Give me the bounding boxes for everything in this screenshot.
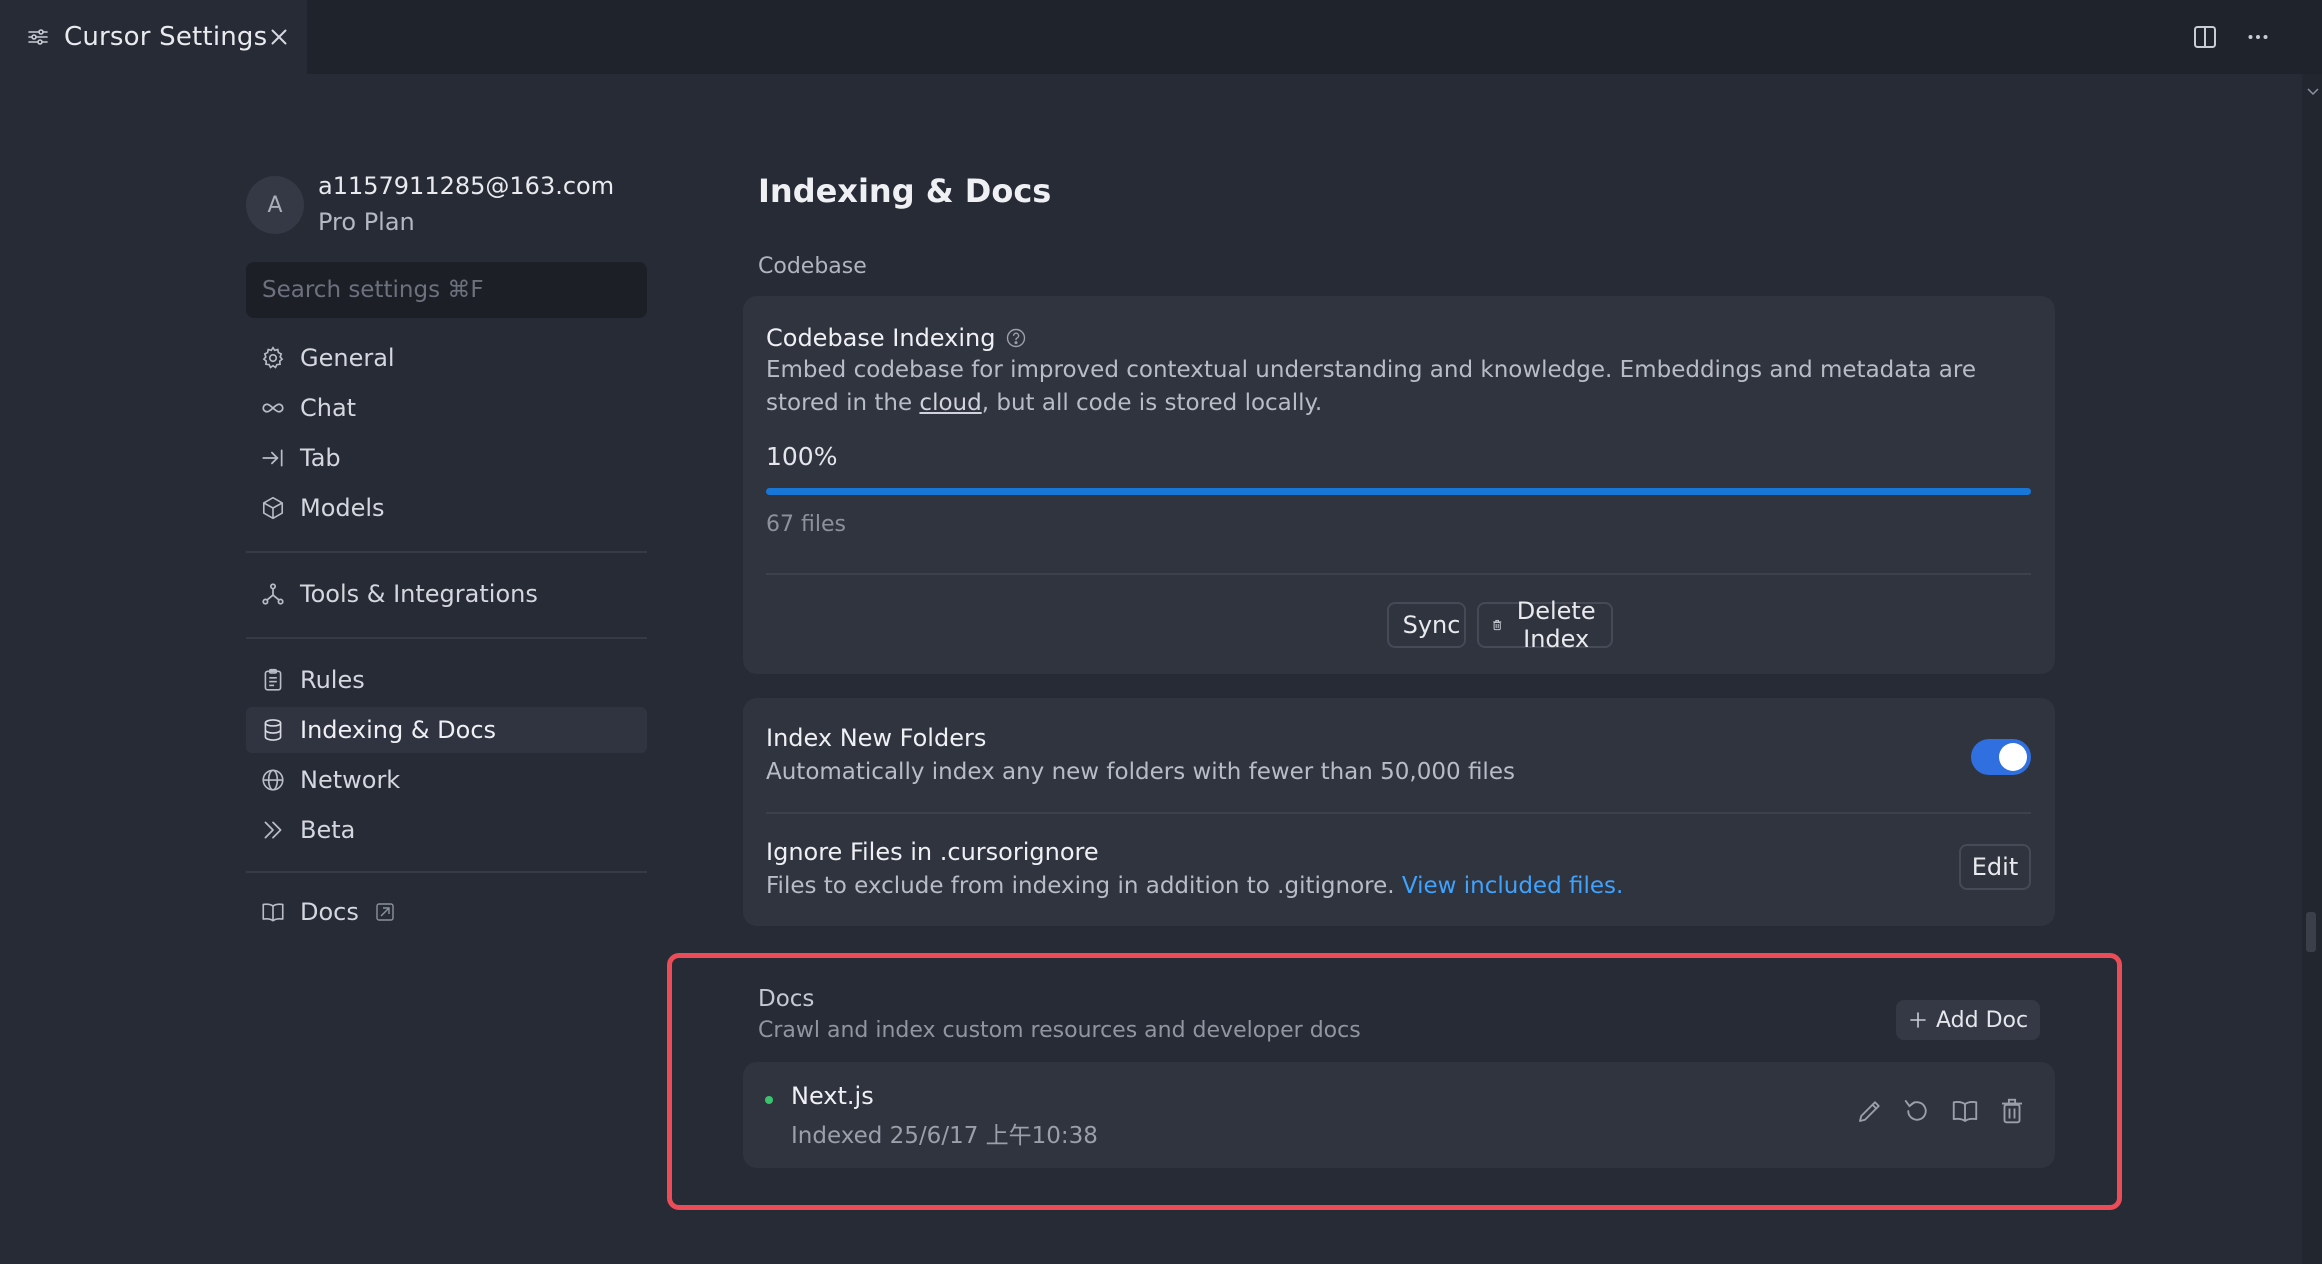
tab-bar: Cursor Settings: [0, 0, 2322, 74]
codebase-indexing-card: Codebase Indexing Embed codebase for imp…: [743, 296, 2055, 674]
trash-icon: [1493, 619, 1502, 631]
sidebar-item-label: Rules: [300, 666, 365, 694]
indexing-options-card: Index New Folders Automatically index an…: [743, 698, 2055, 926]
edit-cursorignore-button[interactable]: Edit: [1959, 844, 2031, 890]
database-icon: [264, 719, 282, 741]
plus-icon: [1910, 1012, 1926, 1028]
sidebar-item-docs[interactable]: Docs: [246, 889, 647, 935]
trash-icon[interactable]: [1997, 1096, 2027, 1126]
sidebar-divider: [246, 551, 647, 553]
gear-icon: [262, 346, 284, 369]
tools-network-icon: [262, 583, 284, 605]
sidebar-item-label: General: [300, 344, 395, 372]
sidebar-item-tab[interactable]: Tab: [246, 435, 647, 481]
page-title: Indexing & Docs: [758, 172, 1052, 210]
indexing-progress-percent: 100%: [766, 442, 838, 471]
tab-cursor-settings[interactable]: Cursor Settings: [0, 0, 307, 74]
delete-index-label: Delete Index: [1516, 597, 1596, 653]
sidebar-item-label: Beta: [300, 816, 356, 844]
ignore-files-title: Ignore Files in .cursorignore: [766, 838, 1099, 866]
add-doc-button[interactable]: Add Doc: [1896, 1000, 2041, 1040]
sidebar-item-beta[interactable]: Beta: [246, 807, 647, 853]
sidebar-item-models[interactable]: Models: [246, 485, 647, 531]
docs-section-title: Docs: [758, 986, 815, 1012]
index-new-folders-description: Automatically index any new folders with…: [766, 759, 1515, 785]
arrow-to-right-icon: [262, 449, 283, 467]
view-included-files-link[interactable]: View included files.: [1402, 873, 1623, 899]
sidebar-item-label: Models: [300, 494, 385, 522]
tab-title: Cursor Settings: [64, 22, 268, 52]
sliders-icon: [26, 25, 50, 49]
sidebar-item-label: Docs: [300, 898, 359, 926]
doc-indexed-time: Indexed 25/6/17 上午10:38: [791, 1123, 1098, 1149]
sidebar-item-label: Tab: [300, 444, 341, 472]
book-icon: [262, 903, 284, 922]
scrollbar-thumb[interactable]: [2306, 912, 2316, 952]
doc-name: Next.js: [791, 1082, 874, 1110]
external-link-icon: [376, 903, 394, 921]
search-settings: [246, 262, 647, 318]
scrollbar[interactable]: [2302, 74, 2322, 1264]
card-divider: [766, 812, 2031, 814]
toggle-knob: [1999, 743, 2027, 771]
close-icon[interactable]: [266, 24, 292, 50]
add-doc-label: Add Doc: [1936, 1007, 2029, 1033]
doc-item: Next.js Indexed 25/6/17 上午10:38: [743, 1062, 2055, 1168]
book-icon[interactable]: [1950, 1096, 1980, 1126]
card-divider: [766, 573, 2031, 575]
infinity-icon: [262, 403, 284, 413]
account-plan: Pro Plan: [318, 208, 415, 236]
sidebar-divider: [246, 871, 647, 873]
more-actions-icon[interactable]: [2243, 22, 2273, 52]
chevrons-right-icon: [264, 821, 282, 839]
indexed-files-count: 67 files: [766, 512, 846, 537]
sidebar-item-rules[interactable]: Rules: [246, 657, 647, 703]
sidebar-item-general[interactable]: General: [246, 335, 647, 381]
sync-label: Sync: [1402, 611, 1461, 639]
sidebar-divider: [246, 637, 647, 639]
sidebar-item-indexing-docs[interactable]: Indexing & Docs: [246, 707, 647, 753]
sidebar-item-label: Tools & Integrations: [300, 580, 538, 608]
avatar: A: [246, 176, 304, 234]
ignore-files-description: Files to exclude from indexing in additi…: [766, 870, 1623, 903]
sidebar-item-label: Indexing & Docs: [300, 716, 497, 744]
codebase-indexing-description: Embed codebase for improved contextual u…: [766, 354, 2006, 420]
index-new-folders-title: Index New Folders: [766, 724, 987, 752]
index-new-folders-toggle[interactable]: [1971, 739, 2031, 775]
delete-index-button[interactable]: Delete Index: [1477, 597, 1613, 653]
search-input[interactable]: [262, 277, 647, 303]
cube-icon: [262, 496, 284, 520]
codebase-indexing-heading: Codebase Indexing: [766, 324, 1027, 352]
pencil-icon[interactable]: [1855, 1096, 1885, 1126]
indexing-progress-bar: [766, 488, 2031, 495]
description-text-end: , but all code is stored locally.: [981, 390, 1323, 416]
sidebar-item-chat[interactable]: Chat: [246, 385, 647, 431]
doc-status-indicator: [765, 1096, 773, 1104]
split-editor-icon[interactable]: [2190, 22, 2220, 52]
section-label-codebase: Codebase: [758, 254, 867, 279]
settings-window: Cursor Settings A a1157911285@163.com Pr…: [0, 0, 2322, 1264]
indexing-progress-fill: [766, 488, 2031, 495]
account-email: a1157911285@163.com: [318, 172, 615, 200]
edit-label: Edit: [1971, 853, 2019, 881]
docs-section-subtitle: Crawl and index custom resources and dev…: [758, 1018, 1361, 1043]
codebase-indexing-title: Codebase Indexing: [766, 324, 996, 352]
ignore-files-text: Files to exclude from indexing in additi…: [766, 873, 1402, 899]
clipboard-icon: [264, 668, 282, 691]
refresh-icon[interactable]: [1902, 1096, 1932, 1126]
sidebar-item-label: Network: [300, 766, 401, 794]
sidebar-item-label: Chat: [300, 394, 357, 422]
globe-icon: [262, 769, 284, 791]
help-icon[interactable]: [1005, 327, 1027, 349]
sidebar-item-network[interactable]: Network: [246, 757, 647, 803]
scroll-up-chevron-icon[interactable]: [2306, 84, 2320, 98]
sync-button[interactable]: Sync: [1387, 602, 1466, 648]
sidebar-item-tools[interactable]: Tools & Integrations: [246, 571, 647, 617]
cloud-link[interactable]: cloud: [919, 390, 981, 416]
